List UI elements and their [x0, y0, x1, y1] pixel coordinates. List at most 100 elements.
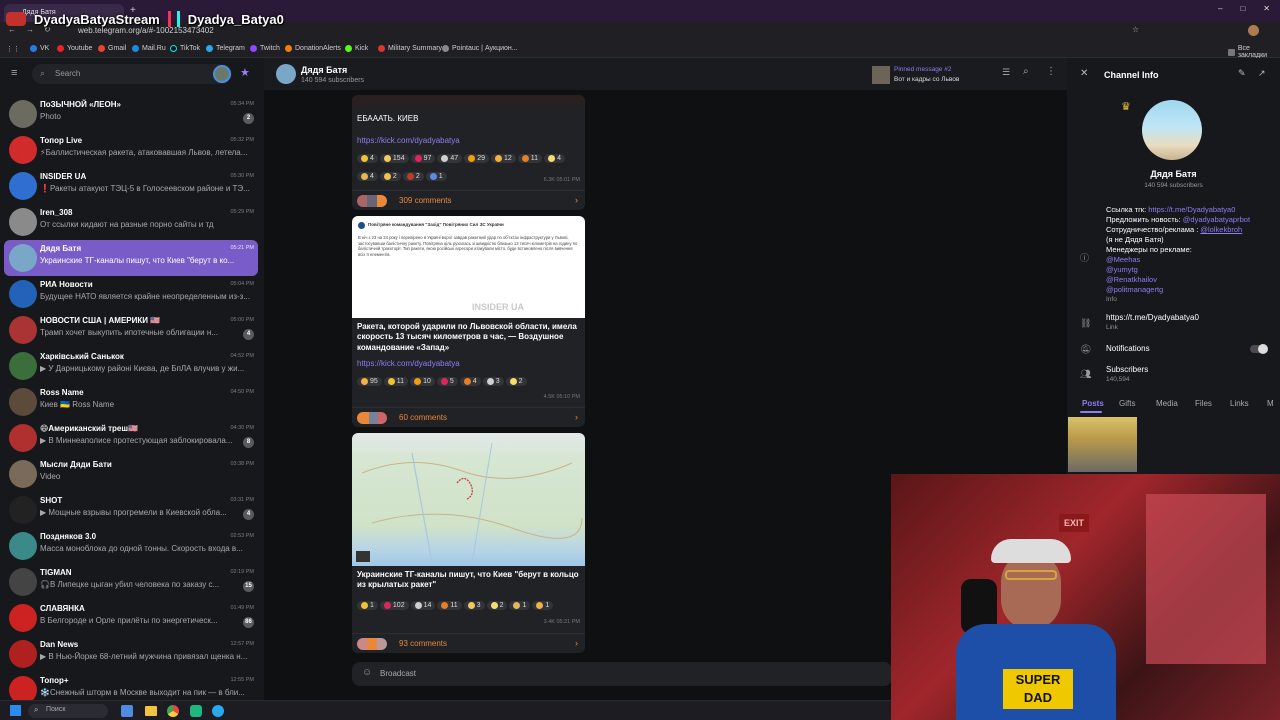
chat-list-item[interactable]: Дядя Батя Украинские ТГ-каналы пишут, что…: [4, 240, 258, 276]
pinned-message[interactable]: Pinned message #2 Вот и кадры со Львов: [872, 64, 992, 86]
channel-avatar[interactable]: [276, 64, 296, 84]
tab-links[interactable]: Links: [1230, 399, 1249, 408]
comments-row[interactable]: 60 comments ›: [352, 407, 585, 427]
post-link[interactable]: https://kick.com/dyadyabatya: [352, 353, 585, 368]
pinned-list-icon[interactable]: ☰: [1002, 67, 1010, 78]
reaction-chip[interactable]: 11: [517, 154, 543, 163]
chat-list-item[interactable]: Ross Name Киев 🇺🇦 Ross Name 04:50 PM: [4, 384, 258, 420]
maximize-icon[interactable]: □: [1240, 4, 1245, 13]
bookmark-gmail[interactable]: Gmail: [98, 45, 126, 52]
chat-list-item[interactable]: ПоЗЫЧНОЙ «ЛЕОН» Photo 05:34 PM 2: [4, 96, 258, 132]
reaction-chip[interactable]: 1: [509, 600, 531, 610]
suggest-bot-link[interactable]: @dyadyabatyaprbot: [1183, 215, 1250, 224]
reaction-chip[interactable]: 11: [437, 600, 462, 610]
chat-list-item[interactable]: Харківський Санькок ▶ У Дарницькому район…: [4, 348, 258, 384]
reaction-chip[interactable]: 2: [402, 172, 424, 181]
bookmark-youtube[interactable]: Youtube: [57, 45, 92, 52]
reaction-chip[interactable]: 12: [490, 154, 516, 163]
tab-media[interactable]: Media: [1156, 399, 1178, 408]
reaction-chip[interactable]: 10: [410, 377, 435, 387]
reaction-chip[interactable]: 14: [410, 600, 436, 610]
edit-icon[interactable]: ✎: [1238, 68, 1246, 79]
channel-title[interactable]: Дядя Батя: [301, 65, 347, 75]
reaction-chip[interactable]: 2: [505, 377, 527, 387]
channel-photo[interactable]: [1142, 100, 1202, 160]
comments-row[interactable]: 309 comments ›: [352, 190, 585, 210]
tab-posts[interactable]: Posts: [1082, 399, 1104, 408]
premium-star-icon[interactable]: ★: [240, 66, 250, 79]
reaction-chip[interactable]: 29: [464, 154, 489, 163]
reaction-chip[interactable]: 154: [379, 154, 409, 163]
bookmark-kick[interactable]: Kick: [345, 45, 368, 52]
stats-icon[interactable]: ↗: [1258, 68, 1266, 79]
profile-avatar[interactable]: [1248, 25, 1259, 36]
taskbar-search[interactable]: ⌕ Поиск: [28, 704, 108, 718]
reaction-chip[interactable]: 4: [357, 172, 378, 181]
folder-icon[interactable]: [145, 706, 157, 716]
post-image[interactable]: Повітряне командування "Захід" Повітряни…: [352, 216, 585, 318]
channel-url[interactable]: https://t.me/Dyadyabatya0: [1106, 313, 1199, 322]
chat-list-item[interactable]: Топор Live ⚡Баллистическая ракета, атаков…: [4, 132, 258, 168]
notifications-toggle[interactable]: [1250, 344, 1268, 354]
ads-contact-link[interactable]: @lolkekbroh: [1200, 225, 1242, 234]
bookmark-pointauc[interactable]: Pointauc | Аукцион...: [442, 45, 518, 52]
chat-list-item[interactable]: Мысли Дяди Бати Video 03:38 PM: [4, 456, 258, 492]
comments-row[interactable]: 93 comments ›: [352, 633, 585, 653]
channel-link[interactable]: https://t.me/Dyadyabatya0: [1148, 205, 1235, 214]
reaction-chip[interactable]: 1: [425, 172, 447, 181]
chat-list-item[interactable]: SHOT ▶ Мощные взрывы прогремели в Киевско…: [4, 492, 258, 528]
reaction-chip[interactable]: 102: [379, 600, 409, 610]
reaction-chip[interactable]: 47: [437, 154, 463, 163]
reaction-chip[interactable]: 4: [544, 154, 565, 163]
reaction-chip[interactable]: 97: [410, 154, 436, 163]
bookmark-twitch[interactable]: Twitch: [250, 45, 280, 52]
search-box[interactable]: ⌕ Search: [32, 64, 232, 84]
search-chat-icon[interactable]: ⌕: [1023, 66, 1029, 77]
manager-link[interactable]: @Meehas: [1106, 255, 1140, 264]
tab-gifts[interactable]: Gifts: [1119, 399, 1135, 408]
chat-list-item[interactable]: 😄Американский треш🇺🇸 ▶ В Миннеаполисе про…: [4, 420, 258, 456]
reaction-chip[interactable]: 95: [357, 377, 382, 387]
manager-link[interactable]: @yumytg: [1106, 265, 1138, 274]
chat-list-item[interactable]: НОВОСТИ США | АМЕРИКИ 🇺🇸 Трамп хочет выку…: [4, 312, 258, 348]
apps-icon[interactable]: ⋮⋮: [6, 45, 20, 53]
chat-list-item[interactable]: TIGMAN 🎧В Липецке цыган убил человека по …: [4, 564, 258, 600]
bookmark-mailru[interactable]: Mail.Ru: [132, 45, 166, 52]
star-icon[interactable]: ☆: [1132, 25, 1139, 34]
broadcast-composer[interactable]: ☺ Broadcast: [352, 662, 892, 686]
windows-start-icon[interactable]: [10, 705, 21, 716]
post-map-image[interactable]: [352, 433, 585, 566]
bookmark-tiktok[interactable]: TikTok: [170, 45, 200, 52]
chat-list-item[interactable]: Iren_308 От ссылки кидают на разные порно…: [4, 204, 258, 240]
manager-link[interactable]: @Renatkhailov: [1106, 275, 1157, 284]
subscribers-label[interactable]: Subscribers: [1106, 365, 1148, 374]
reaction-chip[interactable]: 4: [459, 377, 481, 387]
reaction-chip[interactable]: 1: [357, 600, 378, 610]
chat-list-item[interactable]: Dan News ▶ В Нью-Йорке 68-летний мужчина …: [4, 636, 258, 672]
close-panel-icon[interactable]: ✕: [1080, 68, 1088, 79]
chat-list-item[interactable]: INSIDER UA ❗Ракеты атакуют ТЭЦ-5 в Голосе…: [4, 168, 258, 204]
close-window-icon[interactable]: ✕: [1263, 4, 1270, 13]
reaction-chip[interactable]: 4: [357, 154, 378, 163]
telegram-taskbar-icon[interactable]: [212, 705, 224, 717]
chat-list-item[interactable]: Поздняков 3.0 Масса моноблока до одной то…: [4, 528, 258, 564]
reaction-chip[interactable]: 2: [379, 172, 401, 181]
manager-link[interactable]: @politmanagertg: [1106, 285, 1163, 294]
media-thumbnail[interactable]: [1068, 417, 1137, 472]
bookmark-vk[interactable]: VK: [30, 45, 49, 52]
post-link[interactable]: https://kick.com/dyadyabatya: [352, 123, 585, 145]
stories-avatar[interactable]: [213, 65, 231, 83]
bookmark-telegram[interactable]: Telegram: [206, 45, 245, 52]
window-controls[interactable]: – □ ✕: [1218, 4, 1270, 13]
chat-list-item[interactable]: РИА Новости Будущее НАТО является крайне …: [4, 276, 258, 312]
more-options-icon[interactable]: ⋮: [1046, 66, 1056, 77]
tab-files[interactable]: Files: [1195, 399, 1212, 408]
chrome-icon[interactable]: [167, 705, 179, 717]
reaction-chip[interactable]: 11: [383, 377, 409, 387]
minimize-icon[interactable]: –: [1218, 4, 1222, 13]
emoji-icon[interactable]: ☺: [362, 667, 372, 678]
taskbar-app-icon[interactable]: [121, 705, 133, 717]
reaction-chip[interactable]: 1: [532, 600, 554, 610]
bookmark-military-summary[interactable]: Military Summary: [378, 45, 442, 52]
app-icon[interactable]: [190, 705, 202, 717]
